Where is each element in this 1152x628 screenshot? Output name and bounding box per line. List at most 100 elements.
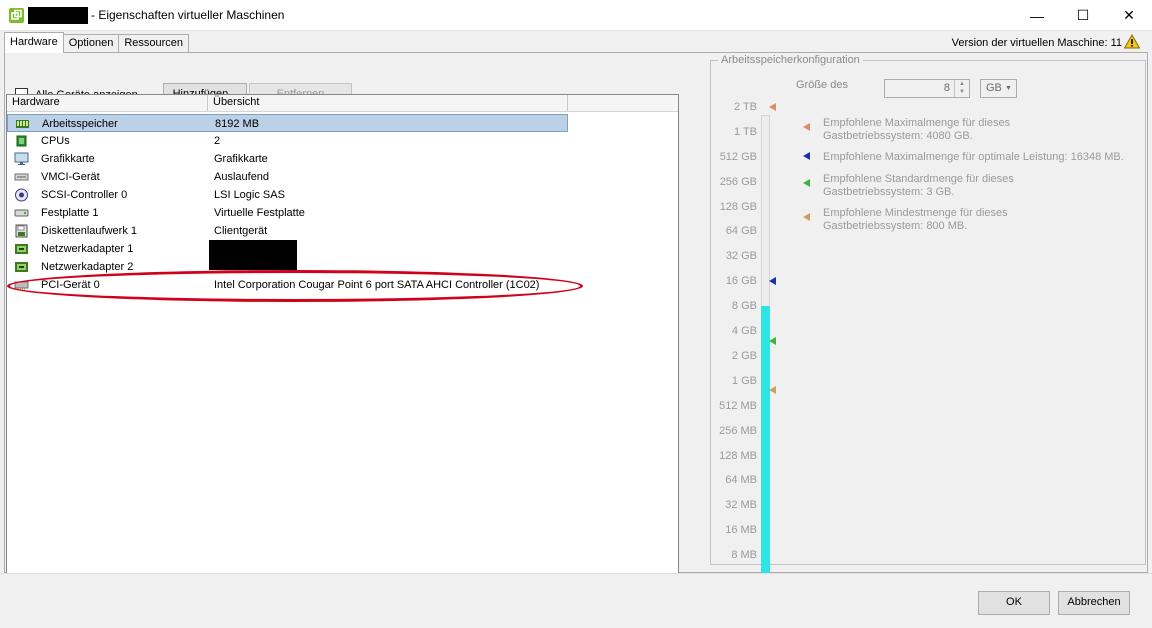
dialog-client: Hardware Optionen Ressourcen Version der… [0, 31, 1152, 628]
memory-icon [16, 120, 29, 128]
row-name: CPUs [41, 135, 70, 147]
recommendation-text: Empfohlene Maximalmenge für dieses Gastbe… [823, 117, 1010, 143]
table-row[interactable]: Grafikkarte Grafikkarte [7, 150, 568, 168]
column-header-summary[interactable]: Übersicht [208, 95, 568, 111]
cancel-button[interactable]: Abbrechen [1058, 591, 1130, 615]
table-row[interactable]: Festplatte 1 Virtuelle Festplatte [7, 204, 568, 222]
vsphere-icon [9, 8, 24, 23]
row-value: Virtuelle Festplatte [214, 207, 305, 219]
memory-config-group: Arbeitsspeicherkonfiguration Größe des 8… [710, 54, 1146, 586]
network-icon [15, 262, 28, 272]
scale-label: 512 GB [719, 150, 757, 163]
recommendation-marker [769, 277, 776, 286]
recommendation-line: Empfohlene Standardmenge für dieses [823, 173, 1014, 185]
table-row[interactable]: PCI-Gerät 0 Intel Corporation Cougar Poi… [7, 276, 568, 294]
tab-strip: Hardware Optionen Ressourcen [4, 32, 190, 53]
scsi-icon [15, 188, 28, 202]
row-name: VMCI-Gerät [41, 171, 100, 183]
recommendation-line: Gastbetriebssystem: 3 GB. [823, 186, 955, 198]
close-button[interactable]: ✕ [1106, 0, 1152, 31]
memory-size-value: 8 [943, 82, 950, 94]
size-spinner[interactable]: ▲ ▼ [954, 80, 969, 97]
scale-label: 256 MB [719, 424, 757, 437]
row-name: PCI-Gerät 0 [41, 279, 100, 291]
network-icon [15, 244, 28, 254]
recommendation-text: Empfohlene Maximalmenge für optimale Lei… [823, 151, 1124, 164]
table-row[interactable]: CPUs 2 [7, 132, 568, 150]
recommendation-text: Empfohlene Mindestmenge für dieses Gastbe… [823, 207, 1008, 233]
table-row[interactable]: SCSI-Controller 0 LSI Logic SAS [7, 186, 568, 204]
recommendation-marker [769, 103, 776, 111]
disk-icon [14, 209, 29, 217]
table-row[interactable]: VMCI-Gerät Auslaufend [7, 168, 568, 186]
recommendation-marker [769, 337, 776, 346]
tab-hardware[interactable]: Hardware [4, 32, 64, 53]
scale-label: 32 MB [725, 499, 757, 512]
warning-icon[interactable] [1124, 34, 1140, 49]
row-name: Netzwerkadapter 1 [41, 243, 134, 255]
table-row[interactable]: Arbeitsspeicher 8192 MB [7, 114, 568, 132]
table-row[interactable]: Diskettenlaufwerk 1 Clientgerät [7, 222, 568, 240]
memory-config-legend: Arbeitsspeicherkonfiguration [718, 54, 863, 66]
scale-label: 1 GB [731, 374, 757, 387]
table-header: Hardware Übersicht [7, 95, 678, 112]
memory-slider-fill[interactable] [761, 306, 770, 586]
scale-label: 16 GB [725, 275, 757, 288]
scale-label: 512 MB [719, 399, 757, 412]
row-name: Netzwerkadapter 2 [41, 261, 134, 273]
row-value: LSI Logic SAS [214, 189, 285, 201]
row-name: Arbeitsspeicher [42, 118, 118, 130]
redacted-vm-name [28, 7, 88, 24]
minimize-button[interactable]: — [1014, 0, 1060, 31]
maximize-button[interactable]: ☐ [1060, 0, 1106, 31]
recommendation-line: Empfohlene Mindestmenge für dieses [823, 207, 1008, 219]
scale-label: 64 GB [725, 225, 757, 238]
row-value: Grafikkarte [214, 153, 268, 165]
tab-resources[interactable]: Ressourcen [118, 34, 190, 53]
recommendation-text: Empfohlene Standardmenge für dieses Gastb… [823, 173, 1014, 199]
row-value: Clientgerät [214, 225, 268, 237]
redacted-network-values [209, 240, 297, 270]
floppy-icon [15, 224, 28, 238]
scale-label: 4 GB [731, 325, 757, 338]
row-name: SCSI-Controller 0 [41, 189, 128, 201]
recommendation-line: Empfohlene Maximalmenge für dieses [823, 117, 1011, 129]
scale-label: 8 MB [731, 549, 757, 562]
row-value: 2 [214, 135, 221, 147]
unit-select[interactable]: GB ▼ [980, 79, 1017, 98]
recommendation-legend-marker [803, 179, 810, 187]
scale-label: 256 GB [719, 175, 757, 188]
chevron-down-icon: ▼ [1005, 85, 1012, 92]
recommendation-line: Gastbetriebssystem: 4080 GB. [823, 130, 973, 142]
title-bar: - Eigenschaften virtueller Maschinen — ☐… [0, 0, 1152, 31]
vmci-icon [14, 173, 29, 181]
row-value: Intel Corporation Cougar Point 6 port SA… [214, 279, 540, 291]
unit-value: GB [986, 82, 1002, 94]
row-name: Grafikkarte [41, 153, 95, 165]
row-value: 8192 MB [215, 118, 260, 130]
scale-label: 2 GB [731, 349, 757, 362]
dialog-footer: OK Abbrechen [0, 573, 1152, 628]
recommendation-legend-marker [803, 123, 810, 131]
memory-size-input[interactable]: 8 ▲ ▼ [884, 79, 970, 98]
scale-label: 1 TB [733, 125, 757, 138]
row-name: Festplatte 1 [41, 207, 99, 219]
column-header-hardware[interactable]: Hardware [7, 95, 208, 111]
recommendation-legend-marker [803, 152, 810, 160]
scale-label: 128 MB [719, 449, 757, 462]
recommendation-marker [769, 385, 776, 394]
window-title: - Eigenschaften virtueller Maschinen [91, 8, 285, 22]
recommendation-line: Gastbetriebssystem: 800 MB. [823, 220, 968, 232]
row-value: Auslaufend [214, 171, 270, 183]
tab-options[interactable]: Optionen [62, 34, 120, 53]
scale-label: 2 TB [733, 101, 757, 113]
row-name: Diskettenlaufwerk 1 [41, 225, 137, 237]
scale-label: 8 GB [731, 300, 757, 313]
pci-icon [14, 281, 29, 290]
ok-button[interactable]: OK [978, 591, 1050, 615]
size-label: Größe des [796, 79, 848, 91]
display-icon [14, 152, 29, 165]
scale-label: 16 MB [725, 524, 757, 537]
scale-label: 128 GB [719, 200, 757, 213]
recommendation-legend-marker [803, 213, 810, 221]
